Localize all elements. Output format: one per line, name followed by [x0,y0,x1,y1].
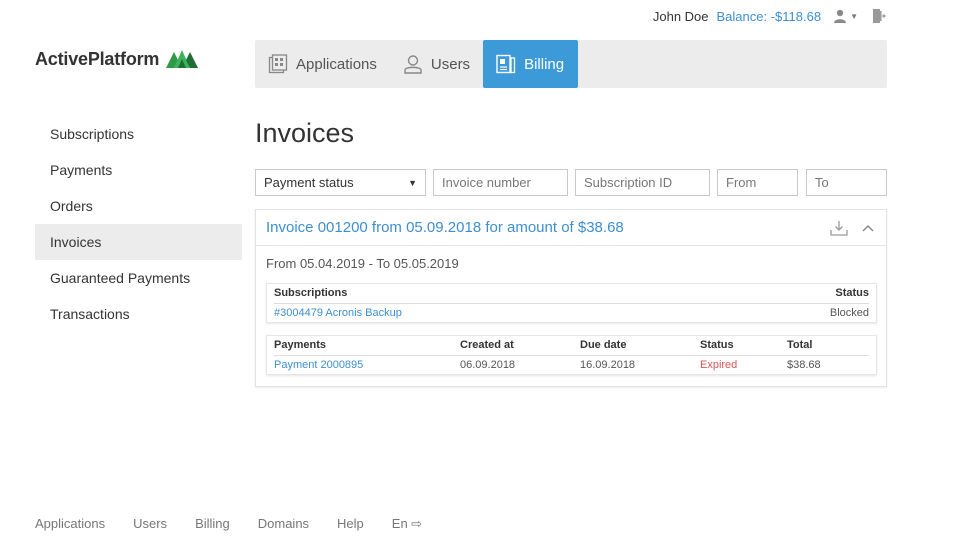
invoice-card: Invoice 001200 from 05.09.2018 for amoun… [255,209,887,387]
payment-status-value: Payment status [264,175,354,190]
chevron-down-icon: ▼ [408,177,417,188]
user-menu-button[interactable]: ▼ [833,9,858,23]
subscription-status: Blocked [829,307,869,319]
sidebar-item-guaranteed-payments[interactable]: Guaranteed Payments [35,260,242,296]
chevron-up-icon [862,224,874,231]
column-header-status: Status [700,339,734,351]
payments-table: Payments Created at Due date Status Tota… [266,335,877,375]
billing-icon [496,54,516,74]
top-bar: John Doe Balance: -$118.68 ▼ [653,6,886,26]
logout-button[interactable] [872,8,886,24]
table-row: Payment 2000895 06.09.2018 16.09.2018 Ex… [274,356,869,376]
tab-applications[interactable]: Applications [255,40,390,88]
sidebar-item-payments[interactable]: Payments [35,152,242,188]
payment-created: 06.09.2018 [460,359,516,371]
main-nav: Applications Users Billing [255,40,887,88]
table-header: Payments Created at Due date Status Tota… [274,336,869,356]
download-icon [830,220,848,236]
applications-icon [268,54,288,74]
footer-link-applications[interactable]: Applications [35,516,105,532]
invoice-title-link[interactable]: Invoice 001200 from 05.09.2018 for amoun… [266,219,624,236]
page-title: Invoices [255,118,355,148]
table-header: Subscriptions Status [274,284,869,304]
footer-link-help[interactable]: Help [337,516,364,532]
subscription-id-input[interactable]: Subscription ID [575,169,710,196]
footer-link-domains[interactable]: Domains [258,516,309,532]
footer-link-users[interactable]: Users [133,516,167,532]
balance-link[interactable]: Balance: -$118.68 [717,9,822,24]
logo-text: ActivePlatform [35,48,160,69]
date-from-input[interactable]: From [717,169,798,196]
sidebar-item-orders[interactable]: Orders [35,188,242,224]
sidebar-item-transactions[interactable]: Transactions [35,296,242,332]
column-header-status: Status [835,287,869,299]
invoice-card-header: Invoice 001200 from 05.09.2018 for amoun… [256,210,886,246]
payment-due-date: 16.09.2018 [580,359,636,371]
chevron-down-icon: ▼ [850,11,858,21]
column-header-due-date: Due date [580,339,627,351]
subscription-link[interactable]: #3004479 Acronis Backup [274,307,402,319]
user-icon [834,9,847,23]
payment-link[interactable]: Payment 2000895 [274,359,363,371]
subscriptions-table: Subscriptions Status #3004479 Acronis Ba… [266,283,877,323]
tab-billing[interactable]: Billing [483,40,579,88]
sidebar-item-subscriptions[interactable]: Subscriptions [35,116,242,152]
collapse-button[interactable] [862,224,874,232]
sidebar-item-invoices[interactable]: Invoices [35,224,242,260]
logout-icon [873,9,886,23]
column-header-payments: Payments [274,339,326,351]
date-to-input[interactable]: To [806,169,887,196]
download-button[interactable] [830,220,848,236]
column-header-total: Total [787,339,813,351]
sidebar: Subscriptions Payments Orders Invoices G… [35,116,242,332]
user-name[interactable]: John Doe [653,9,709,24]
tab-label: Applications [296,55,377,73]
column-header-created: Created at [460,339,514,351]
footer-nav: Applications Users Billing Domains Help … [35,516,450,532]
invoice-number-input[interactable]: Invoice number [433,169,568,196]
user-icon [404,55,422,74]
payment-total: $38.68 [787,359,821,371]
column-header-subscriptions: Subscriptions [274,287,348,299]
invoice-actions [816,220,886,236]
footer-link-billing[interactable]: Billing [195,516,230,532]
tab-label: Billing [524,55,565,73]
language-selector[interactable]: En ⇨ [392,516,422,532]
tab-label: Users [430,55,471,73]
table-row: #3004479 Acronis Backup Blocked [274,304,869,324]
payment-status-select[interactable]: Payment status ▼ [255,169,426,196]
tab-users[interactable]: Users [390,40,483,88]
logo[interactable]: ActivePlatform [35,48,199,70]
payment-status-badge: Expired [700,359,738,371]
invoice-period: From 05.04.2019 - To 05.05.2019 [266,256,459,271]
logo-icon [166,48,199,70]
